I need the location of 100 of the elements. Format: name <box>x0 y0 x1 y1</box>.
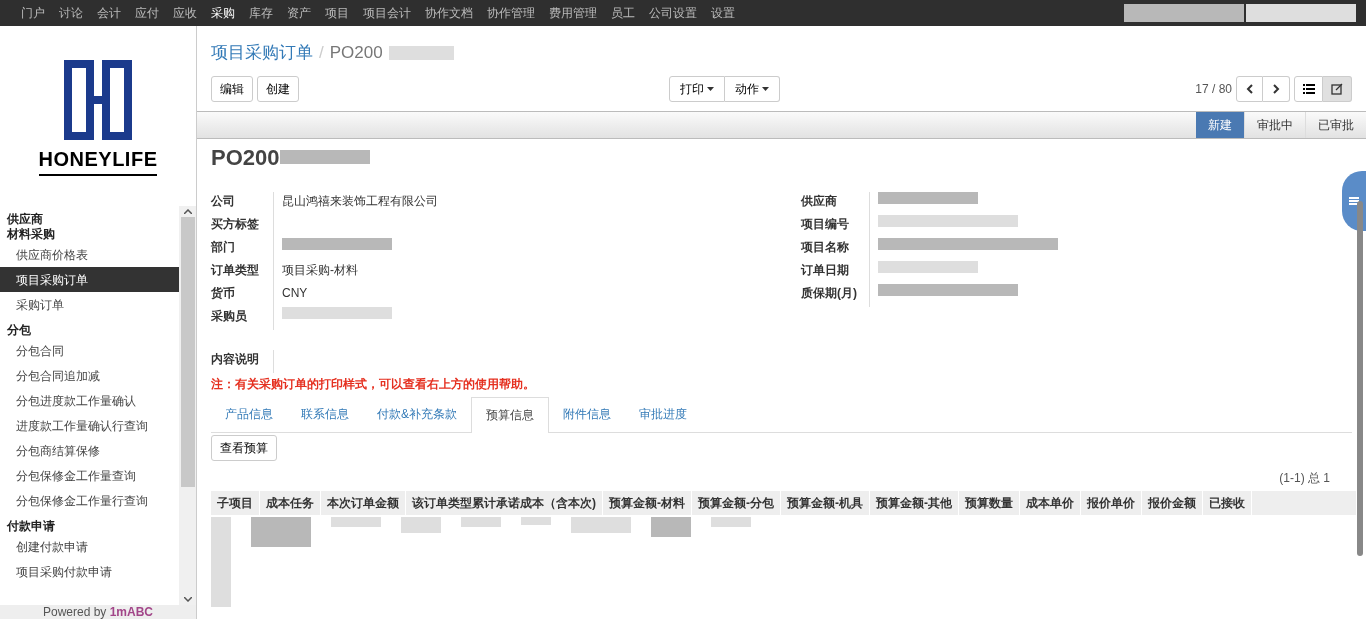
sidebar-item[interactable]: 分包保修金工作量行查询 <box>0 488 179 513</box>
sidebar-item[interactable]: 分包保修金工作量查询 <box>0 463 179 488</box>
edit-icon <box>1331 82 1343 95</box>
blurred-block <box>401 516 441 533</box>
nav-link[interactable]: 应收 <box>166 4 204 22</box>
menu-icon <box>1349 197 1359 205</box>
logo-text: HONEYLIFE <box>38 144 158 176</box>
nav-link[interactable]: 员工 <box>604 4 642 22</box>
sidebar-item[interactable]: 分包合同追加减 <box>0 363 179 388</box>
column-header: 该订单类型累计承诺成本（含本次) <box>406 490 603 515</box>
tab[interactable]: 付款&补充条款 <box>363 396 471 432</box>
sidebar-item[interactable]: 分包合同 <box>0 338 179 363</box>
column-header: 已接收 <box>1203 490 1252 515</box>
sidebar-item[interactable]: 进度款工作量确认行查询 <box>0 413 179 438</box>
sidebar-section-header: 材料采购 <box>6 227 56 242</box>
blurred-block <box>521 516 551 525</box>
breadcrumb-link[interactable]: 项目采购订单 <box>211 40 313 66</box>
sidebar-section-header: 分包 <box>6 323 32 338</box>
nav-link[interactable]: 费用管理 <box>542 4 604 22</box>
nav-link[interactable]: 公司设置 <box>642 4 704 22</box>
column-header: 报价单价 <box>1081 490 1142 515</box>
field-label: 采购员 <box>211 307 248 325</box>
caret-icon <box>707 86 714 91</box>
status-step: 审批中 <box>1244 111 1305 138</box>
column-header: 预算金额-分包 <box>692 490 781 515</box>
sidebar-item[interactable]: 分包商结算保修 <box>0 438 179 463</box>
blurred-block <box>571 516 631 533</box>
column-header: 成本任务 <box>260 490 321 515</box>
blurred-block <box>711 516 751 527</box>
list-view-button[interactable] <box>1294 75 1323 102</box>
nav-link[interactable]: 讨论 <box>52 4 90 22</box>
toolbar-button[interactable]: 创建 <box>257 75 299 102</box>
previous-button[interactable] <box>1236 75 1263 102</box>
blurred-block <box>461 516 501 527</box>
nav-link[interactable]: 门户 <box>14 4 52 22</box>
field-label: 供应商 <box>801 192 838 210</box>
nav-link[interactable]: 协作管理 <box>480 4 542 22</box>
nav-link[interactable]: 设置 <box>704 4 742 22</box>
next-button[interactable] <box>1263 75 1290 102</box>
nav-link[interactable]: 项目 <box>318 4 356 22</box>
sidebar-item[interactable]: 项目采购付款申请 <box>0 559 179 584</box>
blurred-block <box>251 516 311 547</box>
sidebar-item[interactable]: 采购订单 <box>0 292 179 317</box>
field-label: 订单类型 <box>211 261 260 279</box>
record-title: PO200 <box>211 143 280 172</box>
field-value: 项目采购-材料 <box>282 261 358 279</box>
tab[interactable]: 附件信息 <box>549 396 625 432</box>
breadcrumb-separator: / <box>319 42 324 64</box>
tab[interactable]: 审批进度 <box>625 396 701 432</box>
nav-link[interactable]: 采购 <box>204 4 242 22</box>
sidebar-section-header: 供应商 <box>6 212 44 227</box>
nav-link[interactable]: 协作文档 <box>418 4 480 22</box>
record-count: (1-1) 总 1 <box>1279 469 1330 487</box>
caret-icon <box>762 86 769 91</box>
breadcrumb-current: PO200 <box>329 42 383 64</box>
chevron-right-icon <box>1272 83 1280 94</box>
pager-text: 17 / 80 <box>1195 80 1232 98</box>
blurred-block <box>651 516 691 537</box>
powered-by-text: Powered by 1mABC <box>0 605 196 619</box>
field-label: 公司 <box>211 192 236 210</box>
note-text: 注：有关采购订单的打印样式，可以查看右上方的使用帮助。 <box>210 375 536 393</box>
field-label: 部门 <box>211 238 236 256</box>
nav-link[interactable]: 项目会计 <box>356 4 418 22</box>
column-header: 本次订单金额 <box>321 490 406 515</box>
field-label: 订单日期 <box>801 261 850 279</box>
sidebar-item[interactable]: 供应商价格表 <box>0 242 179 267</box>
field-value: 昆山鸿禧来装饰工程有限公司 <box>282 192 438 210</box>
nav-link[interactable]: 应付 <box>128 4 166 22</box>
chevron-left-icon <box>1246 83 1253 94</box>
column-header: 预算金额-材料 <box>603 490 692 515</box>
nav-link[interactable]: 库存 <box>242 4 280 22</box>
tab[interactable]: 联系信息 <box>287 396 363 432</box>
nav-link[interactable]: 会计 <box>90 4 128 22</box>
field-label: 货币 <box>211 284 236 302</box>
sidebar-section-header: 付款申请 <box>5 519 56 534</box>
column-header: 成本单价 <box>1020 490 1081 515</box>
field-value: CNY <box>282 284 308 302</box>
dropdown-button[interactable]: 打印 <box>669 75 725 102</box>
column-header: 预算金额-其他 <box>870 490 959 515</box>
field-label: 内容说明 <box>211 350 260 368</box>
scroll-down-icon[interactable] <box>183 597 192 602</box>
form-view-button[interactable] <box>1323 75 1352 102</box>
column-header: 子项目 <box>211 490 260 515</box>
toolbar-button[interactable]: 编辑 <box>211 75 253 102</box>
view-budget-button[interactable]: 查看预算 <box>211 434 277 461</box>
list-icon <box>1302 83 1315 94</box>
scroll-up-icon[interactable] <box>183 209 192 214</box>
sidebar-item[interactable]: 分包进度款工作量确认 <box>0 388 179 413</box>
status-step: 新建 <box>1196 111 1244 138</box>
field-label: 质保期(月) <box>801 284 858 302</box>
sidebar-item[interactable]: 项目采购订单 <box>0 267 179 292</box>
blurred-block <box>331 516 381 527</box>
sidebar-scrollbar[interactable] <box>179 206 196 605</box>
field-label: 项目编号 <box>801 215 850 233</box>
dropdown-button[interactable]: 动作 <box>725 75 780 102</box>
sidebar-item[interactable]: 创建付款申请 <box>0 534 179 559</box>
tab[interactable]: 产品信息 <box>211 396 287 432</box>
tab[interactable]: 预算信息 <box>471 396 549 433</box>
page-scrollbar[interactable] <box>1357 201 1363 556</box>
nav-link[interactable]: 资产 <box>280 4 318 22</box>
